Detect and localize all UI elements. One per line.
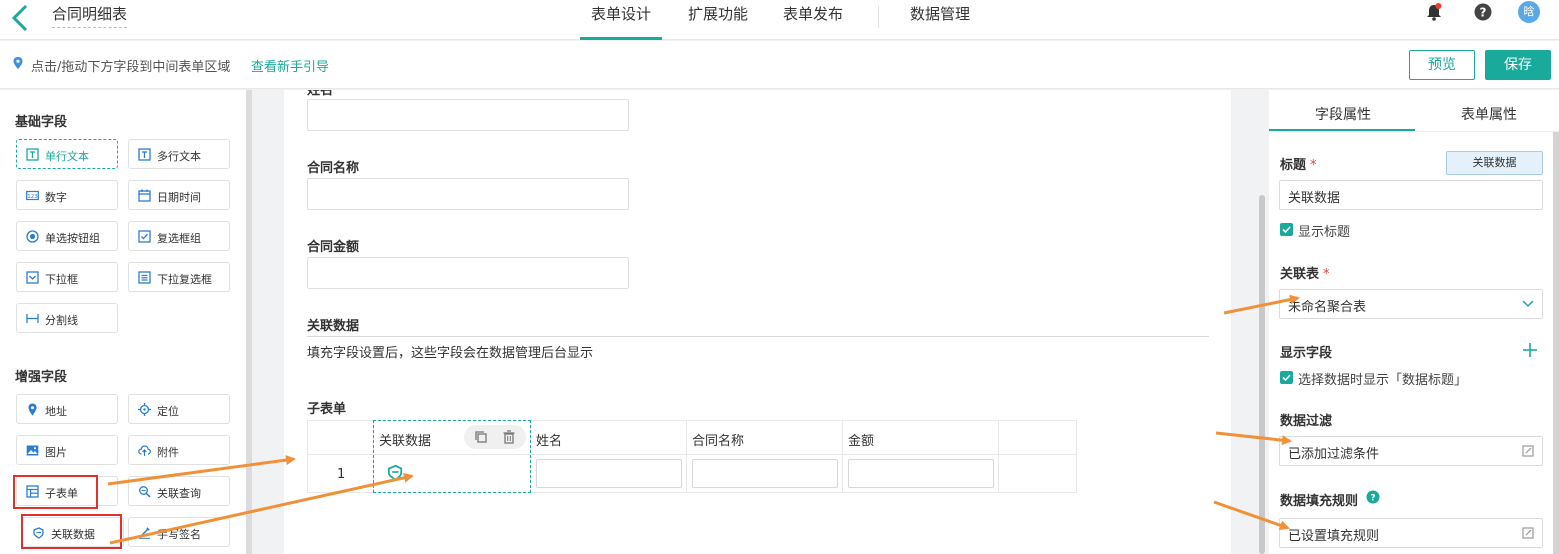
annotation-arrows: [107, 294, 1300, 545]
arrow-fill-rule: [1213, 500, 1290, 531]
arrow-related-table: [1223, 294, 1300, 315]
arrow-related-to-subtable: [109, 472, 414, 545]
arrow-subform-to-canvas: [107, 455, 296, 486]
arrow-data-filter: [1215, 431, 1292, 446]
